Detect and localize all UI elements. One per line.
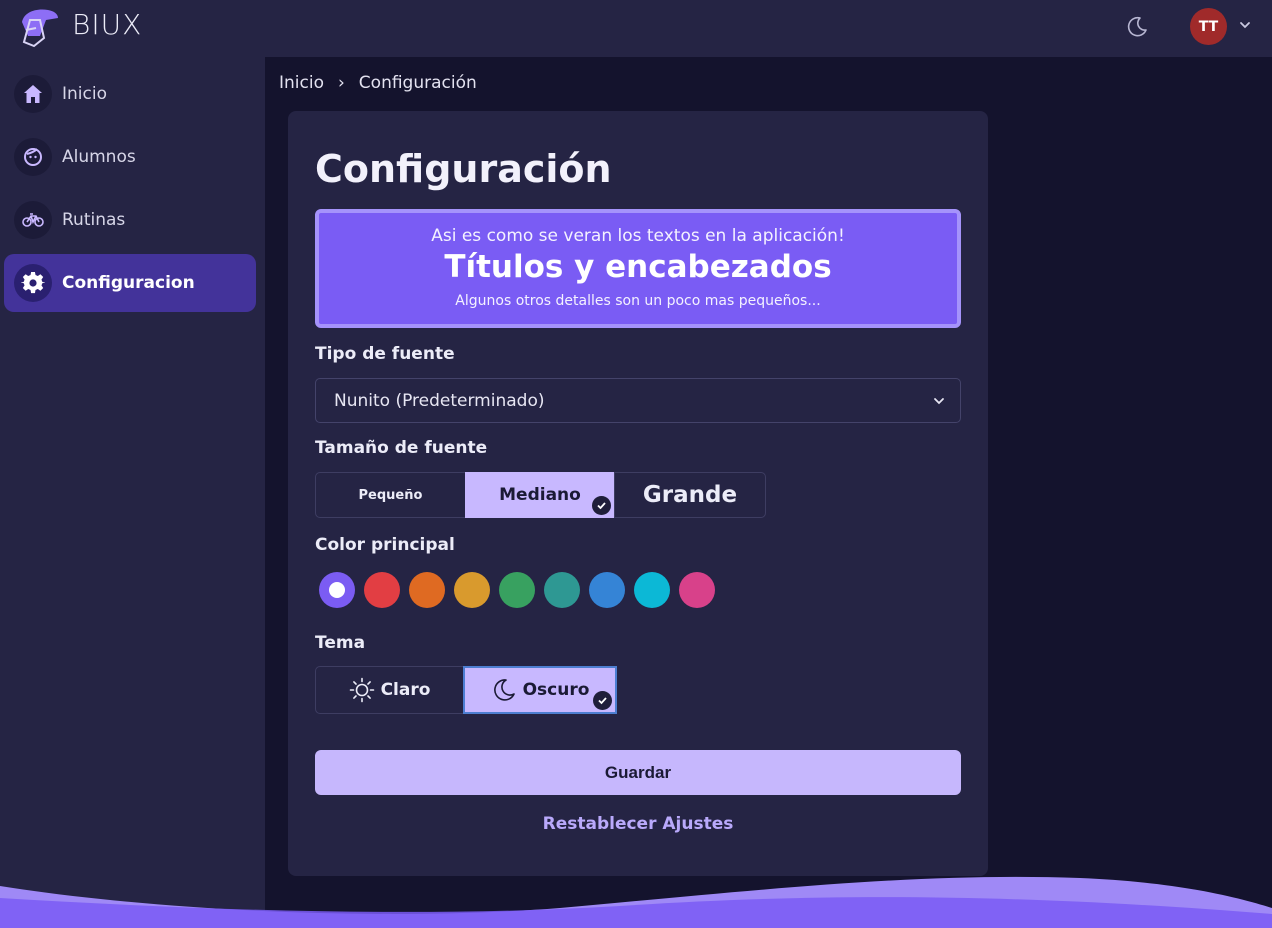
brand-name: BIUX xyxy=(72,8,143,41)
color-swatch[interactable] xyxy=(319,572,355,608)
font-type-select[interactable]: Nunito (Predeterminado) xyxy=(315,378,961,423)
chevron-down-icon[interactable] xyxy=(1238,18,1252,32)
color-swatch[interactable] xyxy=(544,572,580,608)
preview-heading-text: Títulos y encabezados xyxy=(444,249,832,285)
breadcrumb-home[interactable]: Inicio xyxy=(279,73,324,93)
sidebar-item-label: Alumnos xyxy=(62,147,136,167)
theme-dark-button[interactable]: Oscuro xyxy=(463,666,617,714)
breadcrumb-separator: › xyxy=(337,73,345,93)
avatar[interactable]: TT xyxy=(1190,8,1227,45)
top-bar: BIUX TT xyxy=(0,0,1272,57)
home-icon xyxy=(14,75,52,113)
theme-light-button[interactable]: Claro xyxy=(315,666,464,714)
font-type-value: Nunito (Predeterminado) xyxy=(334,390,545,411)
logo-icon[interactable] xyxy=(18,6,62,48)
chevron-down-icon xyxy=(934,398,944,405)
theme-label: Tema xyxy=(315,633,366,653)
color-swatch[interactable] xyxy=(364,572,400,608)
font-size-label: Tamaño de fuente xyxy=(315,438,488,458)
font-type-label: Tipo de fuente xyxy=(315,344,455,364)
sidebar-item-alumnos[interactable]: Alumnos xyxy=(4,128,256,186)
font-size-small-label: Pequeño xyxy=(358,487,423,503)
font-size-large-button[interactable]: Grande xyxy=(614,472,766,518)
sun-icon xyxy=(349,677,374,703)
settings-card: Configuración Asi es como se veran los t… xyxy=(288,111,988,876)
color-swatch[interactable] xyxy=(589,572,625,608)
color-swatch[interactable] xyxy=(409,572,445,608)
face-icon xyxy=(14,138,52,176)
text-preview: Asi es como se veran los textos en la ap… xyxy=(315,209,961,328)
footer-wave xyxy=(0,876,1272,928)
moon-icon[interactable] xyxy=(1125,15,1149,39)
sidebar: Inicio Alumnos Rutinas Configuracion xyxy=(0,57,265,928)
font-size-small-button[interactable]: Pequeño xyxy=(315,472,466,518)
color-swatch[interactable] xyxy=(679,572,715,608)
theme-dark-label: Oscuro xyxy=(522,680,590,700)
reset-settings-link[interactable]: Restablecer Ajustes xyxy=(288,814,988,834)
font-size-large-label: Grande xyxy=(642,482,738,508)
sidebar-item-configuracion[interactable]: Configuracion xyxy=(4,254,256,312)
color-swatch[interactable] xyxy=(634,572,670,608)
breadcrumb-current: Configuración xyxy=(358,73,477,93)
main-color-label: Color principal xyxy=(315,535,455,555)
sidebar-item-inicio[interactable]: Inicio xyxy=(4,65,256,123)
gear-icon xyxy=(14,264,52,302)
check-icon xyxy=(593,691,612,710)
moon-icon xyxy=(493,679,515,701)
color-swatch[interactable] xyxy=(499,572,535,608)
font-size-medium-label: Mediano xyxy=(499,485,581,505)
preview-body-text: Asi es como se veran los textos en la ap… xyxy=(431,226,845,246)
color-swatch[interactable] xyxy=(454,572,490,608)
sidebar-item-label: Inicio xyxy=(62,84,107,104)
sidebar-item-rutinas[interactable]: Rutinas xyxy=(4,191,256,249)
breadcrumb: Inicio › Configuración xyxy=(279,73,477,93)
bicycle-icon xyxy=(14,201,52,239)
theme-light-label: Claro xyxy=(380,680,431,700)
save-button[interactable]: Guardar xyxy=(315,750,961,795)
sidebar-item-label: Configuracion xyxy=(62,273,195,293)
sidebar-item-label: Rutinas xyxy=(62,210,126,230)
preview-small-text: Algunos otros detalles son un poco mas p… xyxy=(455,293,821,309)
font-size-medium-button[interactable]: Mediano xyxy=(465,472,615,518)
check-icon xyxy=(592,496,611,515)
page-title: Configuración xyxy=(315,147,612,191)
